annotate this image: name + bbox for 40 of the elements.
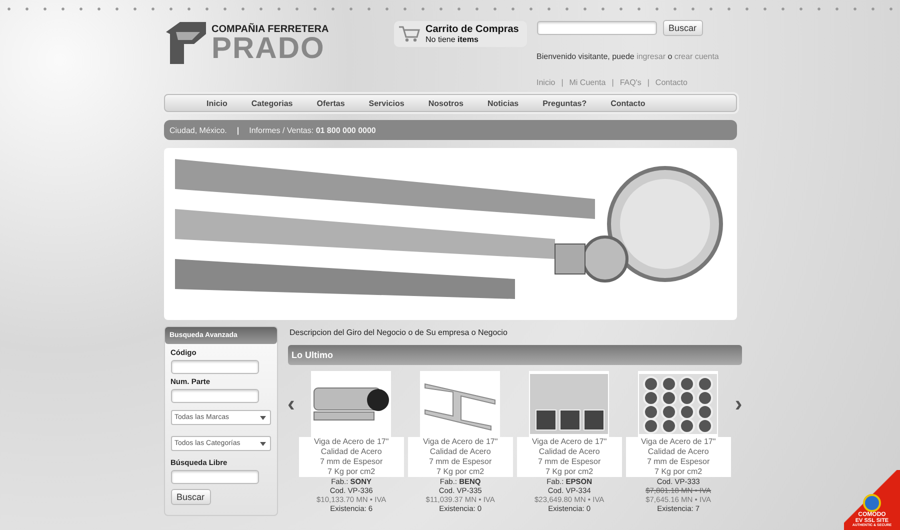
description-text: Descripcion del Giro del Negocio o de Su empresa o Negocio xyxy=(290,328,508,337)
city-text: Ciudad, México. xyxy=(170,126,227,134)
link-separator: | xyxy=(612,78,614,87)
next-button[interactable]: › xyxy=(734,391,742,417)
nav-link[interactable]: Categorias xyxy=(239,98,305,108)
nav-link[interactable]: Ofertas xyxy=(304,98,357,108)
search-button[interactable]: Buscar xyxy=(170,489,211,505)
input-field[interactable] xyxy=(170,360,258,374)
search-field[interactable] xyxy=(536,21,656,35)
caret-icon xyxy=(258,414,266,422)
brand-tagline: COMPAÑIA FERRETERA xyxy=(212,24,329,34)
nav-link[interactable]: Inicio xyxy=(194,98,240,108)
cart-status: No tiene items xyxy=(426,35,480,44)
nav-link[interactable]: Servicios xyxy=(356,98,416,108)
link-separator: | xyxy=(647,78,650,87)
cart-title: Carrito de Compras xyxy=(426,24,519,35)
nav-link[interactable]: Noticias xyxy=(475,98,531,108)
welcome-text: Bienvenido visitante, puede xyxy=(536,52,636,61)
product-description: Viga de Acero de 17" Calidad de Acero 7 mm de Espesor 7 Kg por cm2 xyxy=(626,437,731,477)
product-description: Viga de Acero de 17" Calidad de Acero 7 mm de Espesor 7 Kg por cm2 xyxy=(408,437,513,477)
link-separator: | xyxy=(561,78,564,87)
section-title: Lo Ultimo xyxy=(288,345,742,365)
phone-text: Informes / Ventas: 01 800 000 0000 xyxy=(249,126,376,134)
cart-icon xyxy=(398,25,420,43)
input-field[interactable] xyxy=(170,470,258,484)
input-field[interactable] xyxy=(170,389,258,403)
cart-panel[interactable]: Carrito de Compras No tiene items xyxy=(394,21,526,47)
previous-button[interactable]: ‹ xyxy=(288,391,295,417)
logo-icon xyxy=(164,20,208,66)
separator-text: | xyxy=(236,126,240,134)
nav-link[interactable]: Preguntas? xyxy=(530,98,599,108)
caret-icon xyxy=(258,440,266,448)
welcome-text: o xyxy=(666,52,674,61)
search-button[interactable]: Buscar xyxy=(662,20,703,36)
product-description: Viga de Acero de 17" Calidad de Acero 7 mm de Espesor 7 Kg por cm2 xyxy=(298,437,404,477)
nav-link[interactable]: Nosotros xyxy=(416,98,476,108)
product-description: Viga de Acero de 17" Calidad de Acero 7 mm de Espesor 7 Kg por cm2 xyxy=(516,437,622,477)
nav-link[interactable]: Contacto xyxy=(598,98,658,108)
brand-name: PRADO xyxy=(212,34,325,62)
globe-icon xyxy=(862,494,882,512)
